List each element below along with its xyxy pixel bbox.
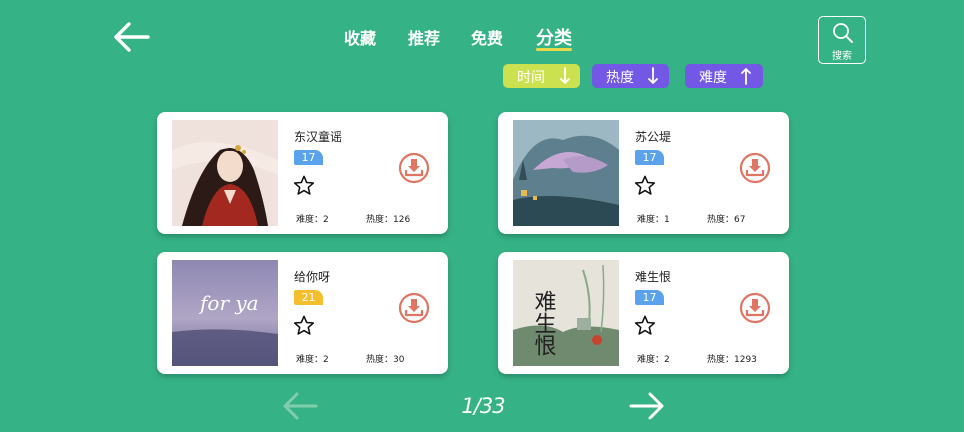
arrow-down-icon (560, 67, 570, 84)
search-label: 搜索 (832, 51, 852, 62)
song-card[interactable]: for ya 给你呀 21 难度：2 热度：30 (157, 252, 448, 374)
download-icon (739, 292, 771, 324)
next-page-arrow-icon[interactable] (628, 389, 666, 423)
download-icon (398, 152, 430, 184)
search-button[interactable]: 搜索 (818, 16, 866, 64)
page-indicator: 1/33 (461, 394, 505, 418)
difficulty-stat: 难度：2 (637, 355, 670, 365)
sort-time-label: 时间 (517, 70, 545, 86)
song-card[interactable]: 苏公堤 17 难度：1 热度：67 (498, 112, 789, 234)
difficulty-stat: 难度：2 (296, 215, 329, 225)
song-title: 东汉童谣 (294, 130, 343, 144)
sort-by-time-button[interactable]: 时间 (503, 64, 580, 88)
difficulty-stat: 难度：1 (637, 215, 670, 225)
tab-favorites[interactable]: 收藏 (344, 25, 376, 49)
level-badge: 21 (294, 290, 323, 305)
sort-by-difficulty-button[interactable]: 难度 (685, 64, 763, 88)
song-title: 苏公堤 (635, 130, 672, 144)
sort-by-popularity-button[interactable]: 热度 (592, 64, 669, 88)
song-cover-image (172, 120, 278, 226)
popularity-stat: 热度：1293 (707, 355, 757, 365)
download-button[interactable] (739, 152, 771, 184)
previous-page-arrow-icon[interactable] (281, 389, 319, 423)
star-icon[interactable] (634, 175, 656, 196)
difficulty-stat: 难度：2 (296, 355, 329, 365)
tab-free[interactable]: 免费 (471, 25, 503, 49)
download-button[interactable] (398, 152, 430, 184)
tab-recommended[interactable]: 推荐 (408, 25, 440, 49)
active-tab-underline (536, 48, 572, 51)
song-title: 难生恨 (635, 270, 672, 284)
cover-text: for ya (198, 291, 259, 315)
song-cover-image (513, 120, 619, 226)
star-icon[interactable] (293, 315, 315, 336)
song-cover-image: 难生恨 (513, 260, 619, 366)
download-button[interactable] (739, 292, 771, 324)
song-card[interactable]: 难生恨 难生恨 17 难度：2 热度：1293 (498, 252, 789, 374)
tab-category-label: 分类 (536, 28, 572, 49)
level-badge: 17 (635, 150, 664, 165)
song-cover-image: for ya (172, 260, 278, 366)
popularity-stat: 热度：126 (366, 215, 411, 225)
popularity-stat: 热度：30 (366, 355, 405, 365)
cover-text: 难生恨 (531, 290, 557, 356)
popularity-stat: 热度：67 (707, 215, 746, 225)
download-icon (398, 292, 430, 324)
tab-category[interactable]: 分类 (536, 24, 572, 51)
sort-popularity-label: 热度 (606, 70, 634, 86)
star-icon[interactable] (634, 315, 656, 336)
sort-difficulty-label: 难度 (699, 70, 727, 86)
download-button[interactable] (398, 292, 430, 324)
song-title: 给你呀 (294, 270, 331, 284)
star-icon[interactable] (293, 175, 315, 196)
song-card[interactable]: 东汉童谣 17 难度：2 热度：126 (157, 112, 448, 234)
download-icon (739, 152, 771, 184)
level-badge: 17 (635, 290, 664, 305)
arrow-up-icon (741, 68, 751, 85)
arrow-down-icon (648, 67, 658, 84)
search-icon (833, 23, 853, 43)
level-badge: 17 (294, 150, 323, 165)
